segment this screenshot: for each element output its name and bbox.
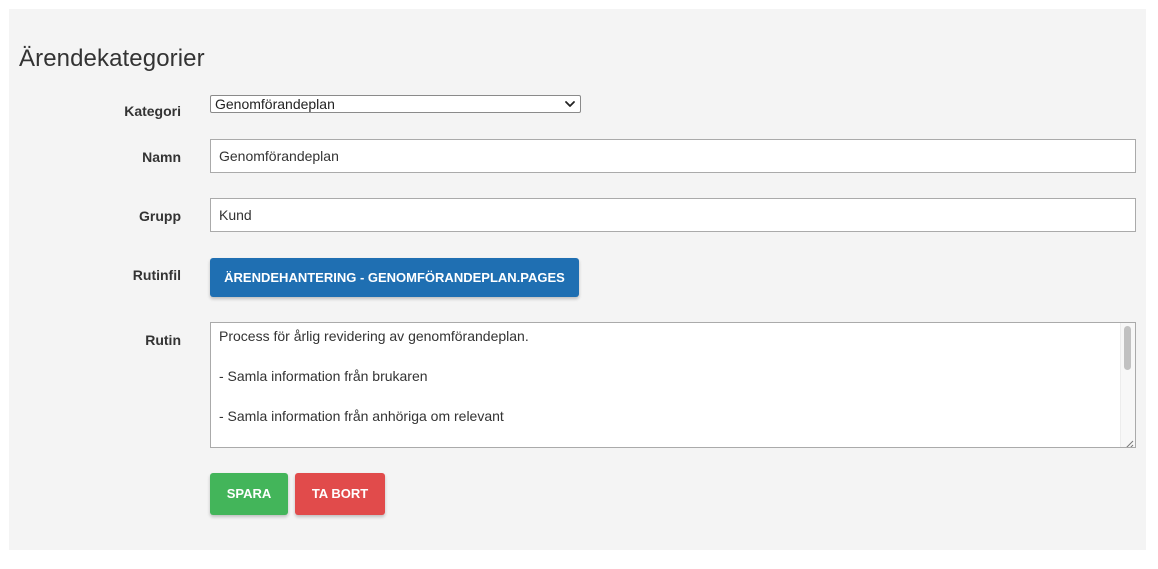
category-select[interactable]: Genomförandeplan [210, 95, 581, 113]
routine-textarea[interactable]: Process för årlig revidering av genomför… [210, 322, 1136, 448]
routine-scrollbar[interactable] [1120, 323, 1135, 447]
category-select-value: Genomförandeplan [215, 96, 335, 112]
routine-file-label: Rutinfil [132, 267, 181, 283]
routine-line: - Samla information från anhöriga om rel… [219, 408, 504, 424]
category-panel: Ärendekategorier Kategori Genomförandepl… [9, 9, 1146, 550]
scroll-thumb[interactable] [1124, 326, 1131, 370]
routine-line [219, 349, 1115, 369]
chevron-down-icon [563, 97, 577, 111]
routine-label: Rutin [145, 332, 181, 348]
group-label: Grupp [139, 208, 181, 224]
routine-line: Process för årlig revidering av genomför… [219, 328, 529, 344]
page-title: Ärendekategorier [19, 45, 205, 72]
routine-line: - Samla information från brukaren [219, 368, 428, 384]
name-label: Namn [142, 149, 181, 165]
name-input[interactable]: Genomförandeplan [210, 139, 1136, 173]
routine-line [219, 389, 1115, 409]
routine-file-button[interactable]: ÄRENDEHANTERING - GENOMFÖRANDEPLAN.PAGES [210, 258, 579, 297]
category-label: Kategori [124, 103, 181, 119]
resize-grip-icon[interactable] [1124, 436, 1134, 447]
save-button[interactable]: SPARA [210, 473, 288, 515]
routine-text: Process för årlig revidering av genomför… [219, 329, 1115, 429]
group-input[interactable]: Kund [210, 198, 1136, 232]
delete-button[interactable]: TA BORT [295, 473, 385, 515]
